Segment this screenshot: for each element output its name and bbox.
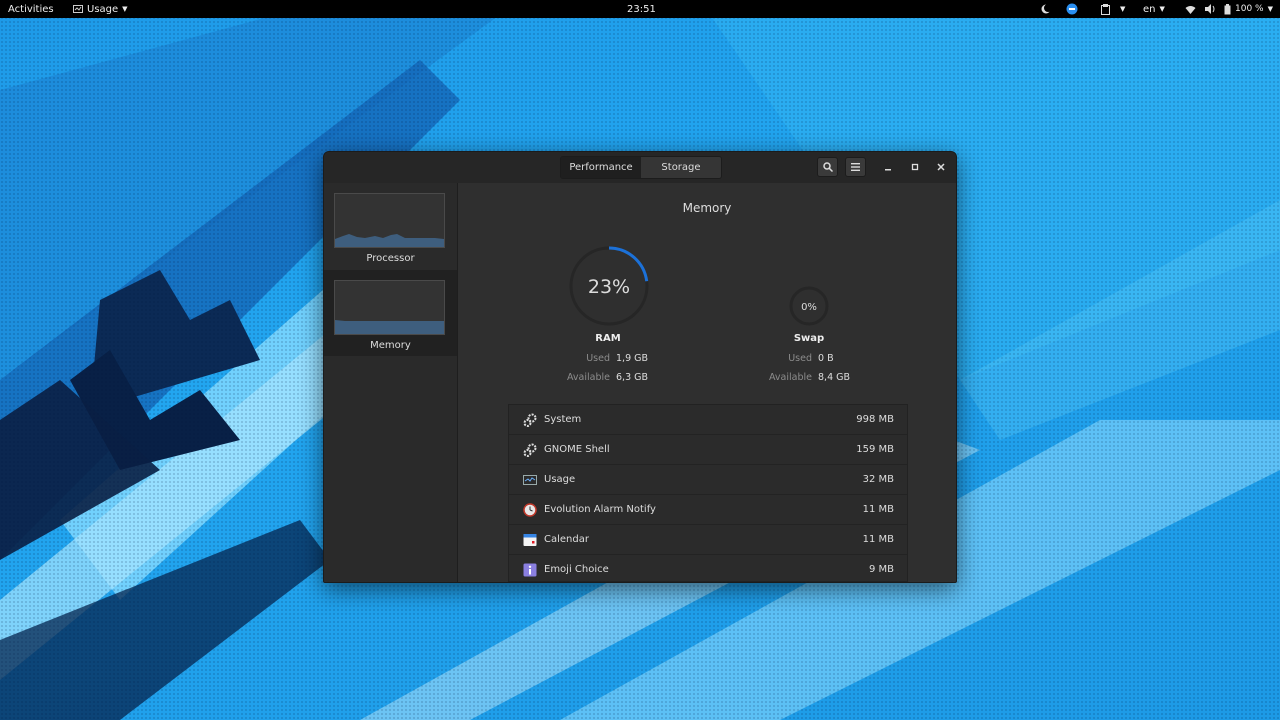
process-list: System 998 MB GNOME Shell 159 MB Usage 3… [508,404,908,582]
info-icon [523,563,537,576]
tab-storage[interactable]: Storage [641,157,721,178]
maximize-button[interactable] [907,159,923,175]
system-menu[interactable]: 100 % ▼ [1185,0,1273,18]
close-button[interactable] [933,159,949,175]
ram-label: RAM [595,333,621,344]
sidebar-item-label: Memory [370,340,411,351]
page-title: Memory [682,201,732,215]
minimize-button[interactable] [880,159,896,175]
memory-view: Memory 23% RAM Used 1,9 GB Available 6,3 G… [458,183,956,582]
header-bar: Performance Storage [324,152,956,184]
minimize-icon [885,169,891,171]
maximize-icon [911,163,919,171]
chevron-down-icon: ▼ [1159,5,1165,13]
battery-icon [1224,3,1231,14]
search-button[interactable] [817,157,838,177]
swap-available-stat: Available 8,4 GB [768,372,851,383]
ram-available-stat: Available 6,3 GB [566,372,649,383]
swap-percent: 0% [801,302,817,313]
usage-app-icon [73,5,83,13]
battery-label: 100 % [1235,4,1264,14]
process-row-calendar[interactable]: Calendar 11 MB [509,525,907,555]
close-icon [937,163,945,171]
menu-button[interactable] [845,157,866,177]
clipboard-icon [1101,3,1110,15]
sidebar-item-memory[interactable]: Memory [324,270,457,356]
app-menu-label: Usage [87,3,119,15]
tab-performance[interactable]: Performance [561,157,641,178]
chevron-down-icon: ▼ [1267,5,1273,13]
view-switcher: Performance Storage [560,156,722,179]
ram-used-stat: Used 1,9 GB [586,353,649,364]
sidebar: Processor Memory [324,183,458,582]
swap-label: Swap [793,333,825,344]
swap-used-stat: Used 0 B [788,353,834,364]
hamburger-icon [851,163,860,171]
process-row-evolution-alarm-notify[interactable]: Evolution Alarm Notify 11 MB [509,495,907,525]
gear-icon [523,443,537,457]
activities-button[interactable]: Activities [8,0,54,18]
clock-button[interactable]: 23:51 [627,0,656,18]
language-menu[interactable]: en ▼ [1143,0,1165,18]
night-light-icon[interactable] [1041,0,1051,18]
ram-percent: 23% [588,276,630,298]
gear-icon [523,413,537,427]
app-menu-button[interactable]: Usage ▼ [73,0,128,18]
top-bar: Activities Usage ▼ 23:51 ▼ en ▼ 100 % ▼ [0,0,1280,18]
clipboard-menu[interactable]: ▼ [1101,0,1125,18]
usage-app-icon [523,474,537,485]
alarm-clock-icon [523,502,537,517]
language-label: en [1143,3,1156,15]
sidebar-item-processor[interactable]: Processor [324,183,457,269]
clock-label: 23:51 [627,3,656,15]
process-row-system[interactable]: System 998 MB [509,405,907,435]
usage-window: Performance Storage Processor Memory Mem… [323,151,957,583]
processor-graph [334,193,445,248]
swap-gauge: 0% [789,286,829,326]
activities-label: Activities [8,3,54,15]
ram-gauge: 23% [569,246,649,326]
process-row-gnome-shell[interactable]: GNOME Shell 159 MB [509,435,907,465]
calendar-icon [523,533,537,546]
wifi-icon [1185,5,1196,14]
notification-icon[interactable] [1066,0,1078,18]
search-icon [822,162,833,172]
process-row-usage[interactable]: Usage 32 MB [509,465,907,495]
volume-icon [1205,4,1215,14]
chevron-down-icon: ▼ [1120,5,1126,13]
process-row-emoji-choice[interactable]: Emoji Choice 9 MB [509,555,907,581]
chevron-down-icon: ▼ [122,5,128,13]
memory-graph [334,280,445,335]
sidebar-item-label: Processor [366,253,415,264]
